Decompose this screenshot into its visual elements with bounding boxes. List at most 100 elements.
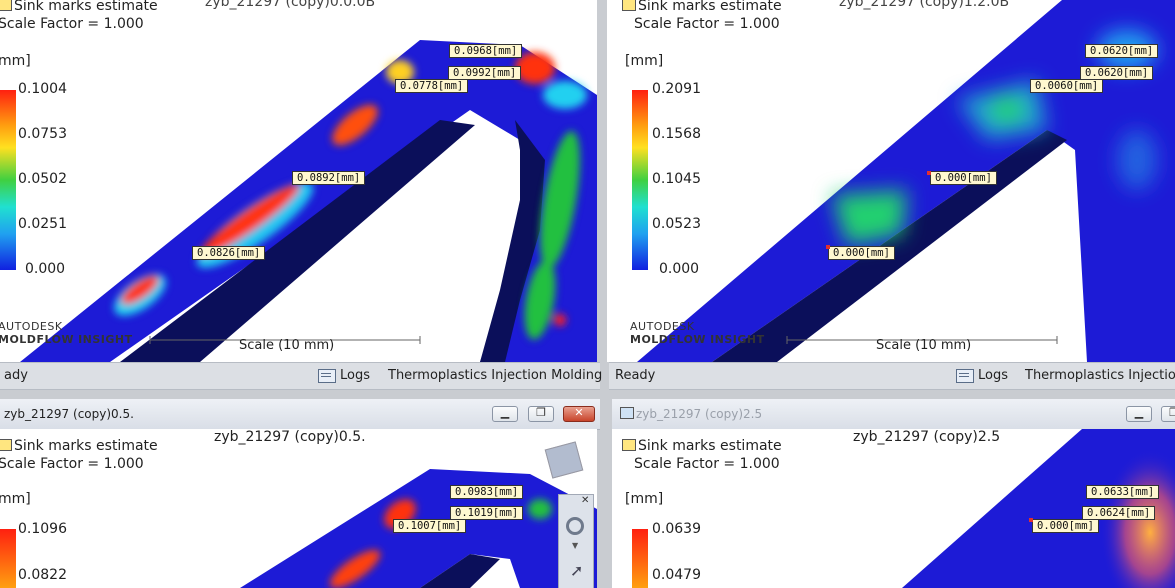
legend-tick: 0.1004 xyxy=(18,81,67,97)
probe-label[interactable]: 0.0892[mm] xyxy=(292,171,366,185)
legend-tick: 0.000 xyxy=(659,261,700,277)
minimize-button[interactable]: ▁ xyxy=(1126,406,1152,422)
steering-wheel-icon[interactable] xyxy=(566,517,584,535)
probe-label[interactable]: 0.1007[mm] xyxy=(393,519,467,533)
probe-label[interactable]: 0.000[mm] xyxy=(828,246,895,260)
probe-label[interactable]: 0.0826[mm] xyxy=(192,246,266,260)
results-title: Sink marks estimate xyxy=(0,438,158,454)
result-icon xyxy=(0,439,12,451)
model-name: zyb_21297 (copy)0.5. xyxy=(214,429,366,445)
probe-label[interactable]: 0.0624[mm] xyxy=(1082,506,1156,520)
probe-label[interactable]: 0.000[mm] xyxy=(930,171,997,185)
probe-label[interactable]: 0.0968[mm] xyxy=(449,44,523,58)
color-legend xyxy=(632,90,648,270)
probe-label[interactable]: 0.0060[mm] xyxy=(1030,79,1104,93)
model-name: zyb_21297 (copy)0.0.0B xyxy=(205,0,376,10)
probe-marker xyxy=(927,171,931,175)
window-titlebar[interactable]: zyb_21297 (copy)2.5 ▁ ❐ xyxy=(612,399,1175,430)
minimize-icon: ▁ xyxy=(1134,406,1144,419)
model-name: zyb_21297 (copy)1.2.0B xyxy=(839,0,1010,10)
legend-tick: 0.0251 xyxy=(18,216,67,232)
color-legend xyxy=(0,90,16,270)
model-name: zyb_21297 (copy)2.5 xyxy=(853,429,1001,445)
probe-label[interactable]: 0.000[mm] xyxy=(1032,519,1099,533)
probe-label[interactable]: 0.0620[mm] xyxy=(1080,66,1154,80)
viewport-top-right[interactable]: Sink marks estimate Scale Factor = 1.000… xyxy=(607,0,1175,362)
navigation-bar[interactable]: ✕ ▼ ➚ xyxy=(558,494,594,588)
legend-tick: 0.1568 xyxy=(652,126,701,142)
probe-marker xyxy=(826,245,830,249)
restore-button[interactable]: ❐ xyxy=(1161,406,1175,422)
splitter[interactable] xyxy=(597,0,607,362)
scale-factor: Scale Factor = 1.000 xyxy=(634,456,780,472)
scale-label: Scale (10 mm) xyxy=(239,338,335,353)
logs-icon xyxy=(318,368,336,383)
status-ready: Ready xyxy=(615,368,656,383)
probe-label[interactable]: 0.0778[mm] xyxy=(395,79,469,93)
solver-mode: Thermoplastics Injection xyxy=(1025,368,1175,383)
legend-tick: 0.0502 xyxy=(18,171,67,187)
close-button[interactable]: ✕ xyxy=(563,406,595,422)
probe-label[interactable]: 0.0633[mm] xyxy=(1086,485,1160,499)
viewport-bottom-left[interactable]: Sink marks estimate Scale Factor = 1.000… xyxy=(0,429,597,588)
result-icon xyxy=(622,439,636,451)
color-legend xyxy=(632,529,648,588)
restore-icon: ❐ xyxy=(536,406,546,419)
legend-tick: 0.000 xyxy=(25,261,66,277)
autodesk-logo: AUTODESK MOLDFLOW INSIGHT xyxy=(630,320,765,346)
viewport-bottom-right[interactable]: Sink marks estimate Scale Factor = 1.000… xyxy=(612,429,1175,588)
legend-tick: 0.0753 xyxy=(18,126,67,142)
logs-icon xyxy=(956,368,974,383)
chevron-down-icon[interactable]: ▼ xyxy=(572,541,578,550)
window-title: zyb_21297 (copy)0.5. xyxy=(4,407,134,421)
scale-factor: Scale Factor = 1.000 xyxy=(0,456,144,472)
result-icon xyxy=(0,0,12,11)
logs-button[interactable]: Logs xyxy=(956,368,1008,383)
close-icon: ✕ xyxy=(574,406,584,419)
window-title: zyb_21297 (copy)2.5 xyxy=(620,407,762,421)
legend-tick: 0.0822 xyxy=(18,567,67,583)
minimize-icon: ▁ xyxy=(500,406,510,419)
scale-factor: Scale Factor = 1.000 xyxy=(0,16,144,32)
results-title: Sink marks estimate xyxy=(622,438,782,454)
legend-unit: mm] xyxy=(0,491,31,507)
logs-button[interactable]: Logs xyxy=(318,368,370,383)
close-icon[interactable]: ✕ xyxy=(581,495,589,506)
minimize-button[interactable]: ▁ xyxy=(492,406,518,422)
probe-label[interactable]: 0.0992[mm] xyxy=(448,66,522,80)
legend-tick: 0.1096 xyxy=(18,521,67,537)
legend-tick: 0.2091 xyxy=(652,81,701,97)
restore-button[interactable]: ❐ xyxy=(528,406,554,422)
probe-label[interactable]: 0.0983[mm] xyxy=(450,485,524,499)
probe-label[interactable]: 0.1019[mm] xyxy=(450,506,524,520)
window-titlebar[interactable]: zyb_21297 (copy)0.5. ▁ ❐ ✕ xyxy=(0,399,600,430)
logs-label: Logs xyxy=(978,368,1008,383)
scale-label: Scale (10 mm) xyxy=(876,338,972,353)
legend-unit: [mm] xyxy=(625,53,664,69)
splitter[interactable] xyxy=(0,390,1175,399)
legend-tick: 0.0523 xyxy=(652,216,701,232)
status-bar: Ready Logs Thermoplastics Injection xyxy=(609,362,1175,390)
legend-tick: 0.1045 xyxy=(652,171,701,187)
splitter[interactable] xyxy=(600,399,612,588)
probe-marker xyxy=(1029,518,1033,522)
solver-mode: Thermoplastics Injection Molding xyxy=(388,368,603,383)
legend-unit: mm] xyxy=(0,53,31,69)
result-icon xyxy=(622,0,636,11)
legend-tick: 0.0479 xyxy=(652,567,701,583)
probe-label[interactable]: 0.0620[mm] xyxy=(1085,44,1159,58)
legend-unit: [mm] xyxy=(625,491,664,507)
status-ready: ady xyxy=(4,368,28,383)
color-legend xyxy=(0,529,16,588)
logs-label: Logs xyxy=(340,368,370,383)
scale-factor: Scale Factor = 1.000 xyxy=(634,16,780,32)
viewport-top-left[interactable]: Sink marks estimate Scale Factor = 1.000… xyxy=(0,0,597,362)
autodesk-logo: AUTODESK MOLDFLOW INSIGHT xyxy=(0,320,133,346)
status-bar: ady Logs Thermoplastics Injection Moldin… xyxy=(0,362,603,390)
window-icon xyxy=(620,407,634,419)
results-title: Sink marks estimate xyxy=(0,0,158,14)
pointer-icon[interactable]: ➚ xyxy=(570,561,583,580)
restore-icon: ❐ xyxy=(1169,406,1175,419)
legend-tick: 0.0639 xyxy=(652,521,701,537)
results-title: Sink marks estimate xyxy=(622,0,782,14)
